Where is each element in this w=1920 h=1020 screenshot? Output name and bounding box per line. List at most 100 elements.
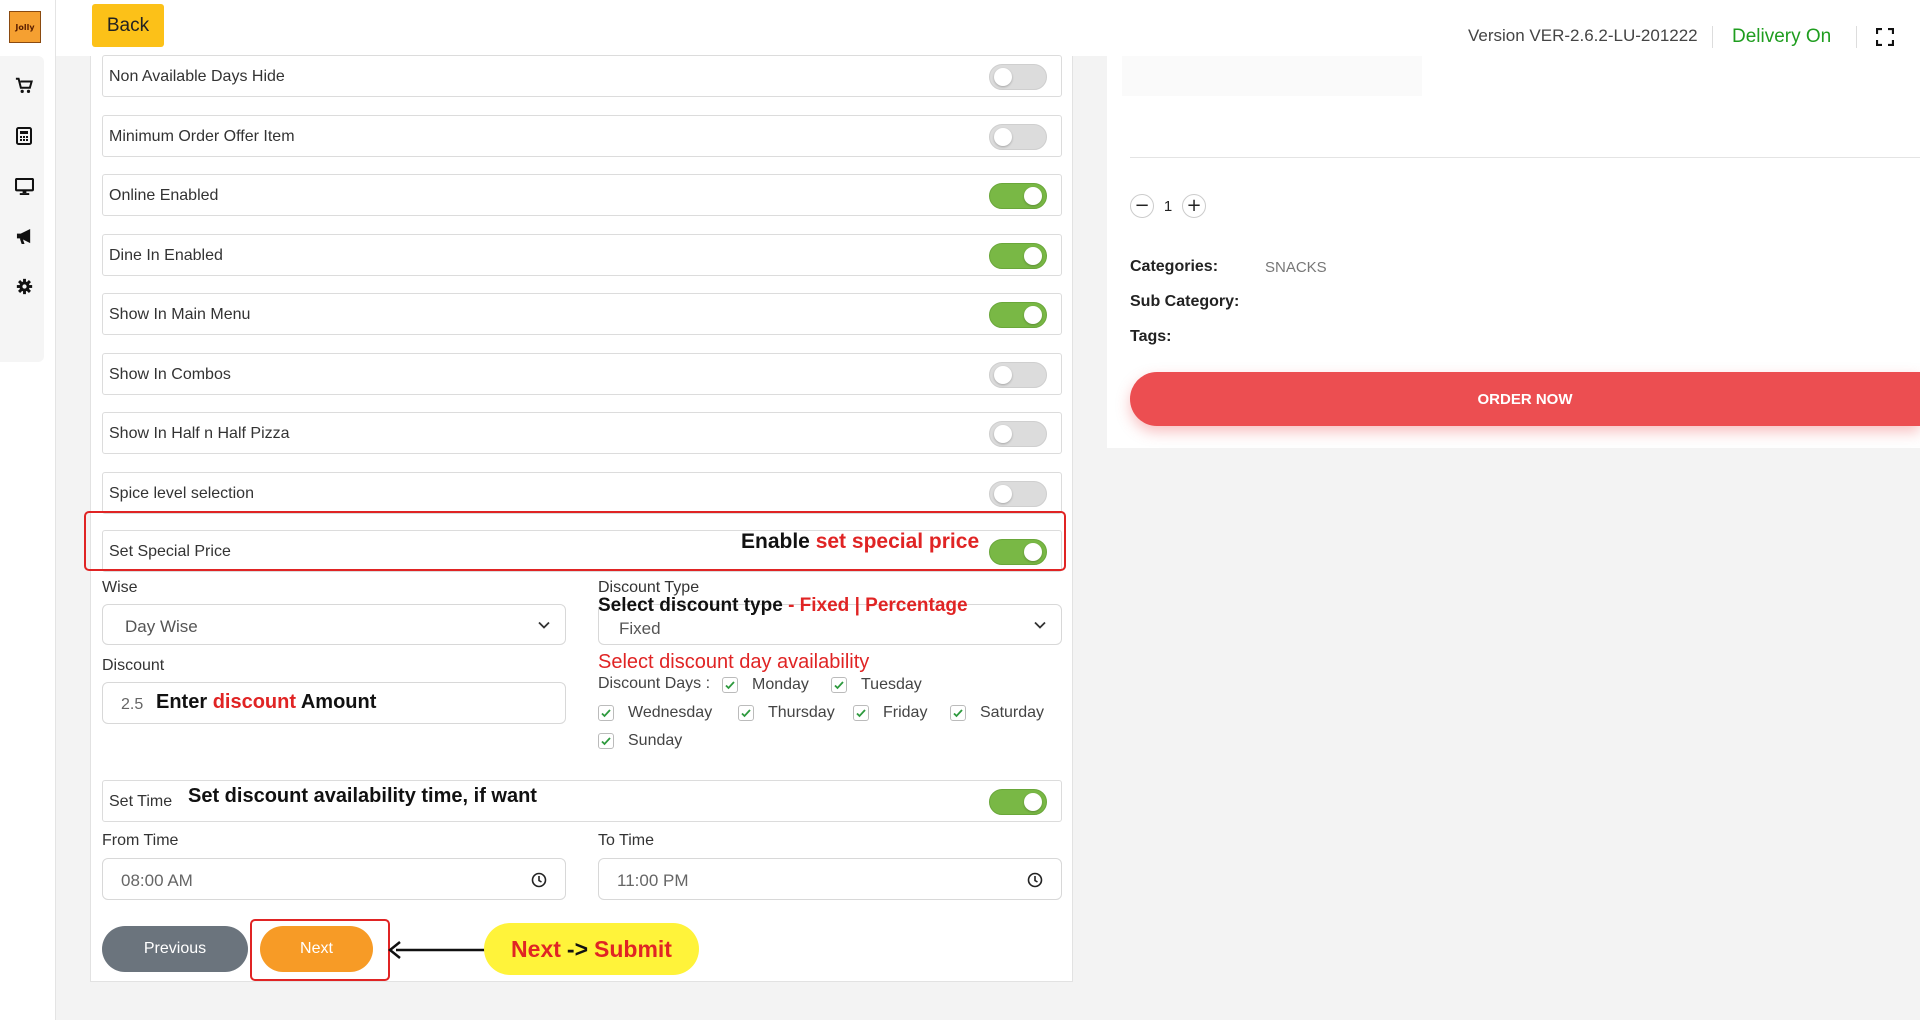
toggle-row: Dine In Enabled [102,234,1062,276]
divider [1712,26,1713,48]
megaphone-icon[interactable] [14,226,34,246]
annotation-special-price: Enable set special price [741,530,979,554]
annotation-text: Amount [300,691,377,713]
chevron-down-icon [1034,621,1046,629]
set-time-toggle[interactable] [989,789,1047,815]
discount-day-label: Friday [883,704,928,721]
annotation-next-submit: Next -> Submit [484,923,699,975]
increment-button[interactable]: + [1182,194,1206,218]
toggle-switch[interactable] [989,243,1047,269]
checkbox[interactable] [598,733,614,749]
checkbox[interactable] [722,677,738,693]
categories-label: Categories: [1130,258,1219,275]
toggle-knob [1024,306,1042,324]
from-time-input[interactable]: 08:00 AM [102,858,566,900]
order-now-button[interactable]: ORDER NOW [1130,372,1920,426]
checkbox[interactable] [831,677,847,693]
clock-icon[interactable] [531,872,547,888]
toggle-knob [1024,187,1042,205]
toggle-row: Show In Half n Half Pizza [102,412,1062,454]
toggle-label: Non Available Days Hide [109,68,285,85]
from-time-value: 08:00 AM [121,871,193,890]
toggle-switch[interactable] [989,362,1047,388]
checkbox[interactable] [738,705,754,721]
check-icon [856,709,866,718]
discount-day-option[interactable]: Thursday [738,704,835,722]
app-logo-text: Jolly [15,22,35,32]
calculator-icon[interactable] [14,126,34,146]
toggle-label: Show In Half n Half Pizza [109,425,290,442]
discount-day-option[interactable]: Friday [853,704,927,722]
check-icon [725,681,735,690]
check-icon [601,737,611,746]
annotation-text-red: set special price [815,530,980,553]
toggle-label: Minimum Order Offer Item [109,128,295,145]
delivery-status[interactable]: Delivery On [1732,26,1831,48]
decrement-button[interactable]: − [1130,194,1154,218]
discount-day-option[interactable]: Wednesday [598,704,712,722]
set-time-label: Set Time [109,793,173,810]
toggle-knob [1024,793,1042,811]
to-time-label: To Time [598,832,655,849]
toggle-switch[interactable] [989,183,1047,209]
checkbox[interactable] [853,705,869,721]
divider [1856,26,1857,48]
toggle-label: Spice level selection [109,485,254,502]
checkbox[interactable] [950,705,966,721]
clock-icon[interactable] [1027,872,1043,888]
back-button[interactable]: Back [92,4,164,47]
toggle-knob [994,425,1012,443]
annotation-discount-days: Select discount day availability [598,651,870,673]
toggle-switch[interactable] [989,481,1047,507]
to-time-value: 11:00 PM [617,871,689,890]
toggle-row: Non Available Days Hide [102,55,1062,97]
next-button[interactable]: Next [260,926,373,972]
toggle-row: Show In Combos [102,353,1062,395]
toggle-knob [994,128,1012,146]
discount-day-label: Thursday [768,704,835,721]
gear-icon[interactable] [14,276,34,296]
annotation-set-time: Set discount availability time, if want [188,785,537,807]
quantity-value[interactable]: 1 [1154,198,1182,215]
to-time-input[interactable]: 11:00 PM [598,858,1062,900]
version-label: Version VER-2.6.2-LU-201222 [1468,26,1698,45]
fullscreen-icon[interactable] [1875,27,1895,47]
annotation-text: Enter [156,691,208,713]
toggle-switch[interactable] [989,64,1047,90]
discount-day-option[interactable]: Tuesday [831,676,922,694]
discount-day-label: Monday [752,676,809,693]
checkbox[interactable] [598,705,614,721]
cart-icon[interactable] [14,76,34,96]
discount-input-value: 2.5 [121,696,144,713]
toggle-knob [1024,247,1042,265]
previous-button[interactable]: Previous [102,926,248,972]
discount-day-label: Sunday [628,732,683,749]
check-icon [741,709,751,718]
toggle-switch[interactable] [989,124,1047,150]
discount-day-option[interactable]: Saturday [950,704,1044,722]
toggle-row: Online Enabled [102,174,1062,216]
tags-label: Tags: [1130,328,1172,345]
discount-day-label: Tuesday [861,676,922,693]
toggle-label: Online Enabled [109,187,219,204]
annotation-text-red: discount [212,691,297,713]
discount-day-option[interactable]: Sunday [598,732,682,750]
monitor-icon[interactable] [14,176,34,196]
check-icon [953,709,963,718]
toggle-knob [994,366,1012,384]
discount-type-value: Fixed [619,619,661,638]
app-logo[interactable]: Jolly [9,11,41,43]
toggle-switch[interactable] [989,421,1047,447]
wise-select[interactable]: Day Wise [102,604,566,645]
toggle-row: Spice level selection [102,472,1062,514]
annotation-discount-amount: Enter discount Amount [156,691,376,714]
annotation-text: -> [566,935,588,962]
discount-days-label: Discount Days : [598,675,711,692]
wise-label: Wise [102,579,138,596]
categories-value: SNACKS [1265,259,1327,276]
discount-day-option[interactable]: Monday [722,676,809,694]
annotation-text-red: Submit [594,935,672,962]
toggle-label: Show In Combos [109,366,231,383]
toggle-switch[interactable] [989,302,1047,328]
toggle-knob [994,68,1012,86]
